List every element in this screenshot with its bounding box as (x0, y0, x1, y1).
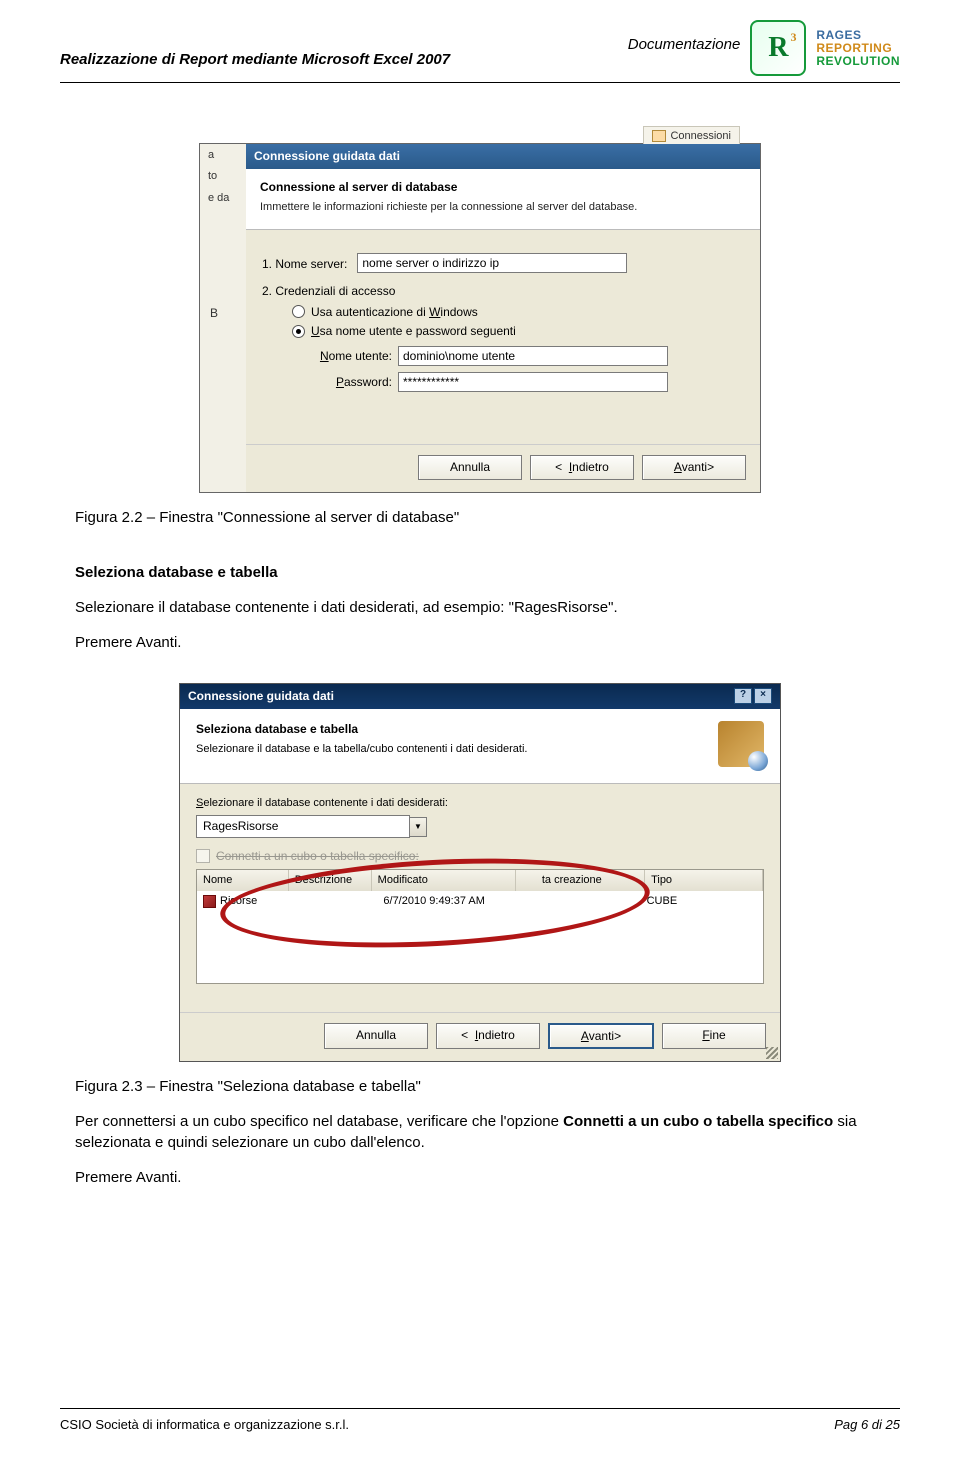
dialog2-heading: Seleziona database e tabella (196, 721, 704, 738)
figure-2-caption: Figura 2.3 – Finestra "Seleziona databas… (75, 1076, 885, 1097)
radio-user-label: Usa nome utente e password seguenti (311, 323, 516, 340)
username-input[interactable] (398, 346, 668, 366)
server-input[interactable] (357, 253, 627, 273)
label-credenziali: 2. Credenziali di accesso (262, 283, 744, 300)
dialog1-subtext: Immettere le informazioni richieste per … (260, 200, 746, 215)
window-buttons: ? × (734, 688, 772, 704)
figure-1-wrap: a to e da B Connessioni Connessione guid… (75, 143, 885, 493)
bg-text-b: B (210, 305, 218, 322)
dialog2-cancel-button[interactable]: Annulla (324, 1023, 428, 1050)
col-data-creazione: ta creazione (516, 870, 645, 891)
paragraph-3: Per connettersi a un cubo specifico nel … (75, 1111, 885, 1153)
table-header: Nome Descrizione Modificato ta creazione… (197, 870, 763, 891)
cube-icon (203, 895, 216, 908)
figure-1-caption: Figura 2.2 – Finestra "Connessione al se… (75, 507, 885, 528)
para3-a: Per connettersi a un cubo specifico nel … (75, 1113, 563, 1130)
col-nome: Nome (197, 870, 289, 891)
dialog1-titlebar: Connessione guidata dati (246, 144, 760, 169)
page-footer: CSIO Società di informatica e organizzaz… (0, 1408, 960, 1432)
dialog2-back-button[interactable]: < Indietro (436, 1023, 540, 1050)
dialog1-buttons: Annulla < Indietro Avanti> (246, 444, 760, 492)
footer-company: CSIO Società di informatica e organizzaz… (60, 1417, 349, 1432)
database-combobox[interactable]: RagesRisorse ▼ (196, 815, 764, 838)
cell-desc (292, 891, 378, 912)
database-combo-value: RagesRisorse (196, 815, 410, 838)
dialog1-cancel-button[interactable]: Annulla (418, 455, 522, 480)
figure-2-wrap: Connessione guidata dati ? × Seleziona d… (75, 683, 885, 1062)
dialog1-header: Connessione al server di database Immett… (246, 169, 760, 230)
dialog2-body: Selezionare il database contenente i dat… (180, 784, 780, 1012)
bg-text-a: a (200, 144, 246, 165)
paragraph-1: Selezionare il database contenente i dat… (75, 597, 885, 618)
col-tipo: Tipo (645, 870, 763, 891)
connessioni-icon (652, 130, 666, 142)
dialog2-buttons: Annulla < Indietro Avanti> Fine (180, 1012, 780, 1062)
help-icon[interactable]: ? (734, 688, 752, 704)
dialog2-subtext: Selezionare il database e la tabella/cub… (196, 742, 704, 757)
col-modificato: Modificato (372, 870, 516, 891)
bg-text-dat: e da (200, 187, 246, 208)
radio-icon-selected (292, 325, 305, 338)
label-select-db: Selezionare il database contenente i dat… (196, 796, 764, 811)
section-heading: Seleziona database e tabella (75, 562, 885, 583)
checkbox-connect-cube[interactable]: Connetti a un cubo o tabella specifico: (196, 848, 764, 865)
dialog1-back-button[interactable]: < Indietro (530, 455, 634, 480)
logo-text: RAGES REPORTING REVOLUTION (816, 29, 900, 68)
connessioni-label: Connessioni (670, 130, 731, 142)
chevron-down-icon: ▼ (410, 817, 427, 837)
label-nome-utente: Nome utente: (292, 348, 398, 365)
dialog-select-db: Connessione guidata dati ? × Seleziona d… (179, 683, 781, 1062)
radio-windows-auth[interactable]: Usa autenticazione di Windows (292, 304, 744, 321)
logo-line3: REVOLUTION (816, 55, 900, 68)
paragraph-2: Premere Avanti. (75, 632, 885, 653)
radio-windows-label: Usa autenticazione di Windows (311, 304, 478, 321)
dialog1-next-button[interactable]: Avanti> (642, 455, 746, 480)
header-title-left: Realizzazione di Report mediante Microso… (60, 51, 450, 76)
radio-icon (292, 305, 305, 318)
checkbox-icon (196, 849, 210, 863)
logo-line1: RAGES (816, 29, 900, 42)
logo-line2: REPORTING (816, 42, 900, 55)
header-right-group: Documentazione R3 RAGES REPORTING REVOLU… (628, 20, 900, 76)
cell-tipo: CUBE (641, 891, 763, 912)
radio-user-auth[interactable]: Usa nome utente e password seguenti (292, 323, 744, 340)
dialog1-heading: Connessione al server di database (260, 179, 746, 196)
footer-page-number: Pag 6 di 25 (834, 1417, 900, 1432)
col-descrizione: Descrizione (289, 870, 372, 891)
cell-mod: 6/7/2010 9:49:37 AM (377, 891, 527, 912)
label-password: Password: (292, 374, 398, 391)
cube-table: Nome Descrizione Modificato ta creazione… (196, 869, 764, 984)
footer-rule (60, 1408, 900, 1409)
dialog2-title-text: Connessione guidata dati (188, 688, 334, 705)
wizard-icon (718, 721, 764, 767)
dialog2-next-button[interactable]: Avanti> (548, 1023, 654, 1050)
dialog-db-server: a to e da B Connessioni Connessione guid… (199, 143, 761, 493)
dialog2-titlebar: Connessione guidata dati ? × (180, 684, 780, 709)
header-title-right: Documentazione (628, 36, 741, 61)
dialog2-header: Seleziona database e tabella Selezionare… (180, 709, 780, 784)
paragraph-4: Premere Avanti. (75, 1167, 885, 1188)
cell-crea (527, 891, 640, 912)
excel-background-strip: a to e da B (200, 144, 247, 492)
resize-grip-icon (766, 1047, 778, 1059)
bg-text-to: to (200, 165, 246, 186)
table-row[interactable]: Risorse 6/7/2010 9:49:37 AM CUBE (197, 891, 763, 912)
password-input[interactable] (398, 372, 668, 392)
dialog1-body: 1. Nome server: 2. Credenziali di access… (246, 230, 760, 444)
checkbox-label: Connetti a un cubo o tabella specifico: (216, 848, 419, 865)
label-nome-server: 1. Nome server: (262, 256, 347, 273)
page-header: Realizzazione di Report mediante Microso… (0, 0, 960, 82)
para3-bold: Connetti a un cubo o tabella specifico (563, 1113, 833, 1130)
logo-icon: R3 (750, 20, 806, 76)
dialog2-end-button[interactable]: Fine (662, 1023, 766, 1050)
cell-nome: Risorse (197, 891, 292, 912)
page-content: a to e da B Connessioni Connessione guid… (0, 83, 960, 1188)
close-icon[interactable]: × (754, 688, 772, 704)
